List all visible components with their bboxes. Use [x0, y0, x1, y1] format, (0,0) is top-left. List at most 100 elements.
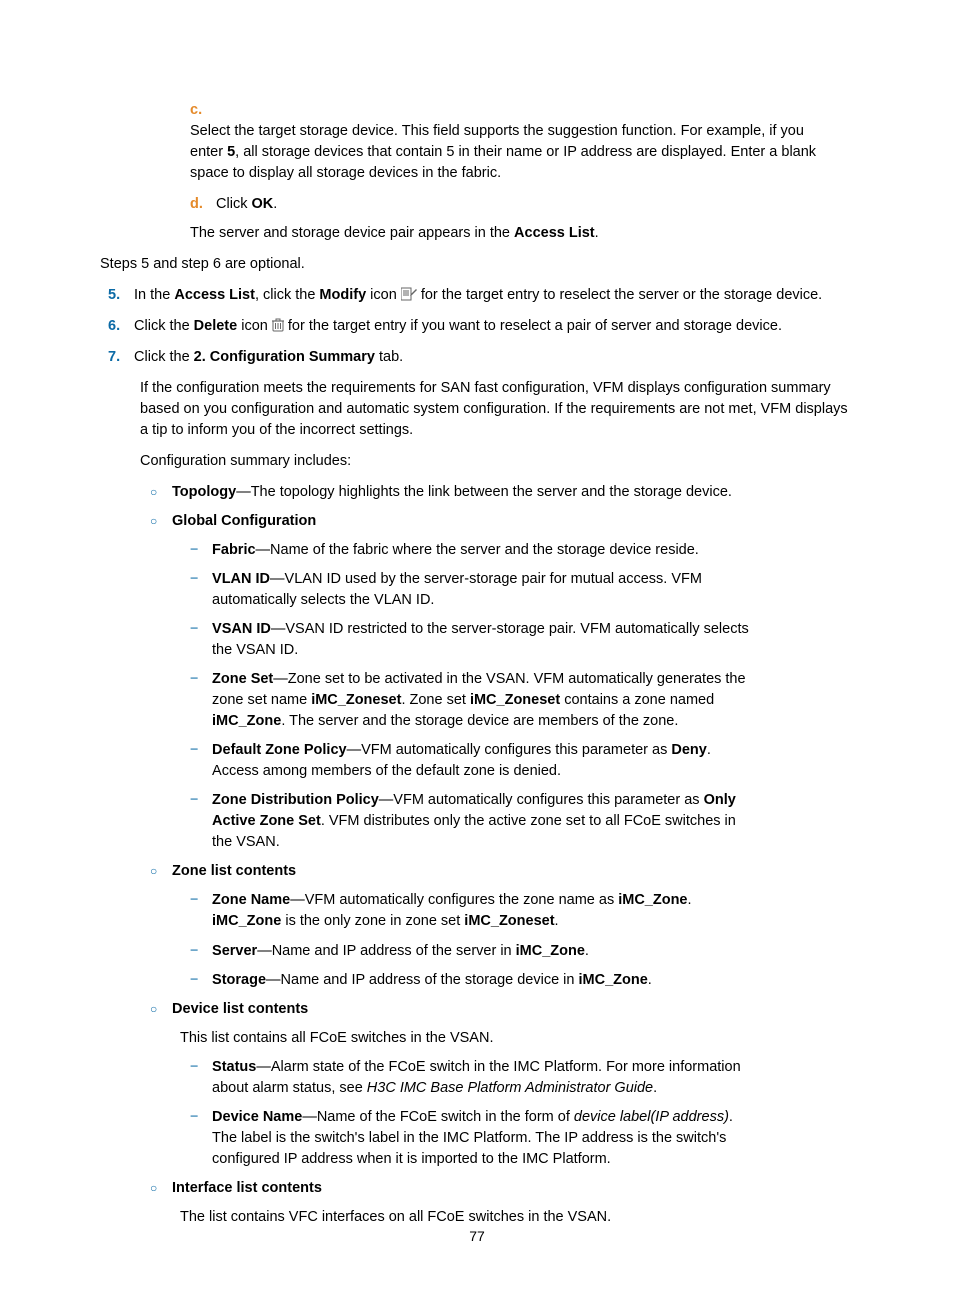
dash-vsan: − VSAN ID—VSAN ID restricted to the serv…: [190, 619, 854, 661]
topo-body: Topology—The topology highlights the lin…: [172, 482, 798, 503]
s5-mod: Modify: [319, 287, 366, 303]
para-ilc: The list contains VFC interfaces on all …: [180, 1207, 854, 1228]
zn-t4: .: [555, 913, 559, 929]
s7-t1: Click the: [134, 349, 194, 365]
stg-t2: .: [648, 972, 652, 988]
step-5-body: In the Access List, click the Modify ico…: [134, 285, 840, 306]
dash-marker: −: [190, 619, 208, 640]
dzp-b1: Deny: [671, 742, 706, 758]
step-c-b5: 5: [227, 144, 235, 160]
step-c-body: Select the target storage device. This f…: [190, 121, 840, 184]
dn-b: Device Name: [212, 1109, 302, 1125]
step-c-marker: c.: [190, 100, 212, 121]
srv-body: Server—Name and IP address of the server…: [212, 941, 756, 962]
s7-t2: tab.: [375, 349, 403, 365]
s6-t1: Click the: [134, 318, 194, 334]
topo-b: Topology: [172, 484, 236, 500]
dash-marker: −: [190, 970, 208, 991]
step-d-ok: OK: [251, 196, 273, 212]
s5-t2: , click the: [255, 287, 319, 303]
s5-t3: icon: [366, 287, 401, 303]
dash-storage: − Storage—Name and IP address of the sto…: [190, 970, 854, 991]
step-7-body: Click the 2. Configuration Summary tab.: [134, 347, 840, 368]
s5-t4: for the target entry to reselect the ser…: [421, 287, 822, 303]
step-7: 7. Click the 2. Configuration Summary ta…: [108, 347, 854, 368]
dash-marker: −: [190, 941, 208, 962]
zdp-body: Zone Distribution Policy—VFM automatical…: [212, 790, 756, 853]
document-page: c. Select the target storage device. Thi…: [0, 0, 954, 1296]
para-req: If the configuration meets the requireme…: [140, 378, 854, 441]
para-pair: The server and storage device pair appea…: [190, 223, 854, 244]
dzp-body: Default Zone Policy—VFM automatically co…: [212, 740, 756, 782]
step-d-marker: d.: [190, 194, 212, 215]
zdp-b: Zone Distribution Policy: [212, 792, 379, 808]
srv-t1: —Name and IP address of the server in: [257, 943, 515, 959]
dash-marker: −: [190, 569, 208, 590]
dzp-b: Default Zone Policy: [212, 742, 347, 758]
para-includes: Configuration summary includes:: [140, 451, 854, 472]
dash-zone-dist-policy: − Zone Distribution Policy—VFM automatic…: [190, 790, 854, 853]
dlc-b: Device list contents: [172, 999, 798, 1020]
s6-t2: icon: [237, 318, 272, 334]
zs-t4: . The server and the storage device are …: [281, 713, 678, 729]
circ-marker: ○: [150, 1180, 168, 1197]
zlc-b: Zone list contents: [172, 861, 798, 882]
modify-icon: [401, 287, 417, 301]
zn-b3: iMC_Zoneset: [464, 913, 554, 929]
zs-b1: iMC_Zoneset: [311, 692, 401, 708]
zn-b2: iMC_Zone: [212, 913, 281, 929]
dash-marker: −: [190, 1057, 208, 1078]
fabric-body: Fabric—Name of the fabric where the serv…: [212, 540, 756, 561]
dash-vlan: − VLAN ID—VLAN ID used by the server-sto…: [190, 569, 854, 611]
dn-body: Device Name—Name of the FCoE switch in t…: [212, 1107, 756, 1170]
step-6-body: Click the Delete icon for the target ent…: [134, 316, 840, 337]
vlan-b: VLAN ID: [212, 571, 270, 587]
step-d-t1: Click: [216, 196, 251, 212]
fabric-b: Fabric: [212, 542, 256, 558]
step-5: 5. In the Access List, click the Modify …: [108, 285, 854, 306]
dash-default-zone-policy: − Default Zone Policy—VFM automatically …: [190, 740, 854, 782]
srv-t2: .: [585, 943, 589, 959]
vsan-t: —VSAN ID restricted to the server-storag…: [212, 621, 749, 658]
zn-b1: iMC_Zone: [618, 892, 687, 908]
step-c: c. Select the target storage device. Thi…: [190, 100, 854, 184]
zs-b: Zone Set: [212, 671, 273, 687]
zs-b2: iMC_Zoneset: [470, 692, 560, 708]
step-7-marker: 7.: [108, 347, 130, 368]
zoneset-body: Zone Set—Zone set to be activated in the…: [212, 669, 756, 732]
page-number: 77: [0, 1226, 954, 1246]
bullet-global-config: ○ Global Configuration: [150, 511, 854, 532]
step-5-marker: 5.: [108, 285, 130, 306]
delete-icon: [272, 318, 284, 332]
bullet-device-list: ○ Device list contents: [150, 999, 854, 1020]
status-body: Status—Alarm state of the FCoE switch in…: [212, 1057, 756, 1099]
step-6: 6. Click the Delete icon for the target …: [108, 316, 854, 337]
s5-al: Access List: [174, 287, 255, 303]
ilc-b: Interface list contents: [172, 1178, 798, 1199]
step-d-t2: .: [273, 196, 277, 212]
bullet-topology: ○ Topology—The topology highlights the l…: [150, 482, 854, 503]
pair-t1: The server and storage device pair appea…: [190, 225, 514, 241]
zs-b3: iMC_Zone: [212, 713, 281, 729]
stg-t1: —Name and IP address of the storage devi…: [266, 972, 578, 988]
zn-body: Zone Name—VFM automatically configures t…: [212, 890, 756, 932]
dash-zone-name: − Zone Name—VFM automatically configures…: [190, 890, 854, 932]
vsan-b: VSAN ID: [212, 621, 271, 637]
s5-t1: In the: [134, 287, 174, 303]
circ-marker: ○: [150, 1001, 168, 1018]
s6-t3: for the target entry if you want to rese…: [288, 318, 782, 334]
para-optional: Steps 5 and step 6 are optional.: [100, 254, 854, 275]
srv-b: Server: [212, 943, 257, 959]
stg-body: Storage—Name and IP address of the stora…: [212, 970, 756, 991]
dash-marker: −: [190, 740, 208, 761]
step-d: d. Click OK.: [190, 194, 854, 215]
dzp-t1: —VFM automatically configures this param…: [347, 742, 672, 758]
zn-t1: —VFM automatically configures the zone n…: [290, 892, 618, 908]
circ-marker: ○: [150, 863, 168, 880]
dash-marker: −: [190, 1107, 208, 1128]
vlan-t: —VLAN ID used by the server-storage pair…: [212, 571, 702, 608]
dash-marker: −: [190, 890, 208, 911]
s7-cs: 2. Configuration Summary: [194, 349, 375, 365]
dash-marker: −: [190, 669, 208, 690]
step-6-marker: 6.: [108, 316, 130, 337]
